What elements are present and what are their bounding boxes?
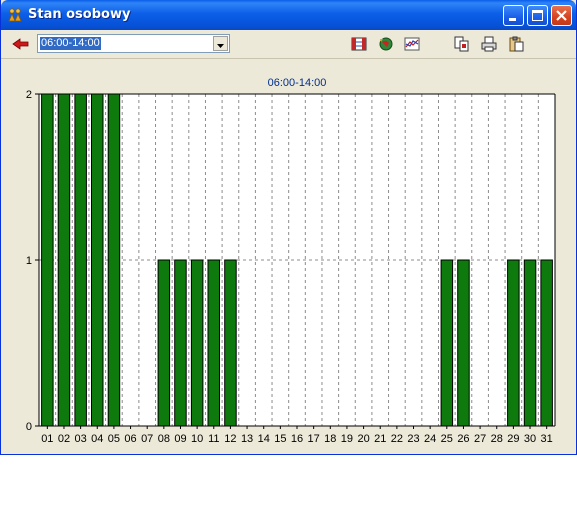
x-tick-label: 12 [224,433,236,445]
bar-05 [107,93,121,427]
x-tick-label: 31 [541,433,553,445]
title-bar[interactable]: Stan osobowy [1,0,576,30]
staffing-bar-chart: 01201 02 03 04 05 06 07 08 09 10 11 12 13 14 15 16 17 18 1… [26,77,556,445]
bar-10 [190,259,204,427]
close-icon [556,10,567,21]
chart-lines-icon[interactable] [403,35,421,53]
print-icon[interactable] [480,35,498,53]
shift-select[interactable]: 06:00-14:00 [37,34,230,53]
x-tick-label: 21 [374,433,386,445]
globe-refresh-icon[interactable] [377,35,395,53]
x-tick-label: 11 [208,433,219,445]
bar-02 [57,93,71,427]
bar-30 [523,259,537,427]
bar-09 [174,259,187,427]
bar-26 [457,259,470,427]
x-tick-label: 28 [491,433,503,445]
x-tick-label: 09 [174,433,186,445]
x-tick-label: 23 [407,433,419,445]
x-tick-label: 27 [474,433,486,445]
x-tick-label: 04 [91,433,103,445]
x-tick-label: 29 [507,433,519,445]
x-tick-label: 06 [124,433,136,445]
y-tick-label: 0 [26,421,32,433]
calendar-grid-icon[interactable] [350,35,368,53]
x-tick-label: 22 [391,433,403,445]
chart-title: 06:00-14:00 [268,77,327,89]
window-title: Stan osobowy [28,7,131,22]
red-arrow-left-icon[interactable] [11,36,31,52]
x-tick-label: 03 [74,433,86,445]
bar-03 [74,93,87,427]
x-tick-label: 30 [524,433,536,445]
x-tick-label: 01 [41,433,53,445]
x-tick-label: 02 [58,433,70,445]
bar-11 [207,259,220,427]
bar-29 [507,259,520,427]
x-tick-label: 20 [357,433,369,445]
x-tick-label: 24 [424,433,436,445]
chevron-down-icon[interactable] [213,36,228,51]
bar-31 [540,259,553,427]
x-tick-label: 05 [108,433,120,445]
shift-select-value: 06:00-14:00 [40,37,101,50]
minimize-button[interactable] [503,5,524,26]
x-tick-label: 14 [258,433,270,445]
bar-01 [41,93,54,427]
y-tick-label: 2 [26,89,32,101]
bar-25 [440,259,454,427]
minimize-icon [509,18,516,21]
x-tick-label: 18 [324,433,336,445]
bar-08 [157,259,171,427]
export-icon[interactable] [453,35,471,53]
main-window: Stan osobowy 06:00-14:00 0 1 2 01 02 03 … [0,0,577,455]
x-tick-label: 10 [191,433,203,445]
maximize-icon [532,10,543,21]
x-tick-label: 19 [341,433,353,445]
maximize-button[interactable] [527,5,548,26]
toolbar: 06:00-14:00 [1,30,576,59]
x-tick-label: 07 [141,433,153,445]
copy-clipboard-icon[interactable] [507,35,525,53]
x-tick-label: 15 [274,433,286,445]
bar-04 [91,93,104,427]
chart-panel: 0 1 2 01 02 03 04 05 06 07 08 09 10 11 12 13 14 15 16 17 18 1… [5,62,573,450]
close-button[interactable] [551,5,572,26]
x-tick-label: 25 [441,433,453,445]
x-tick-label: 16 [291,433,303,445]
y-tick-label: 1 [26,255,32,267]
app-icon [8,8,22,22]
bar-12 [224,259,237,427]
x-tick-label: 13 [241,433,253,445]
x-tick-label: 26 [457,433,469,445]
x-tick-label: 08 [158,433,170,445]
x-tick-label: 17 [308,433,320,445]
